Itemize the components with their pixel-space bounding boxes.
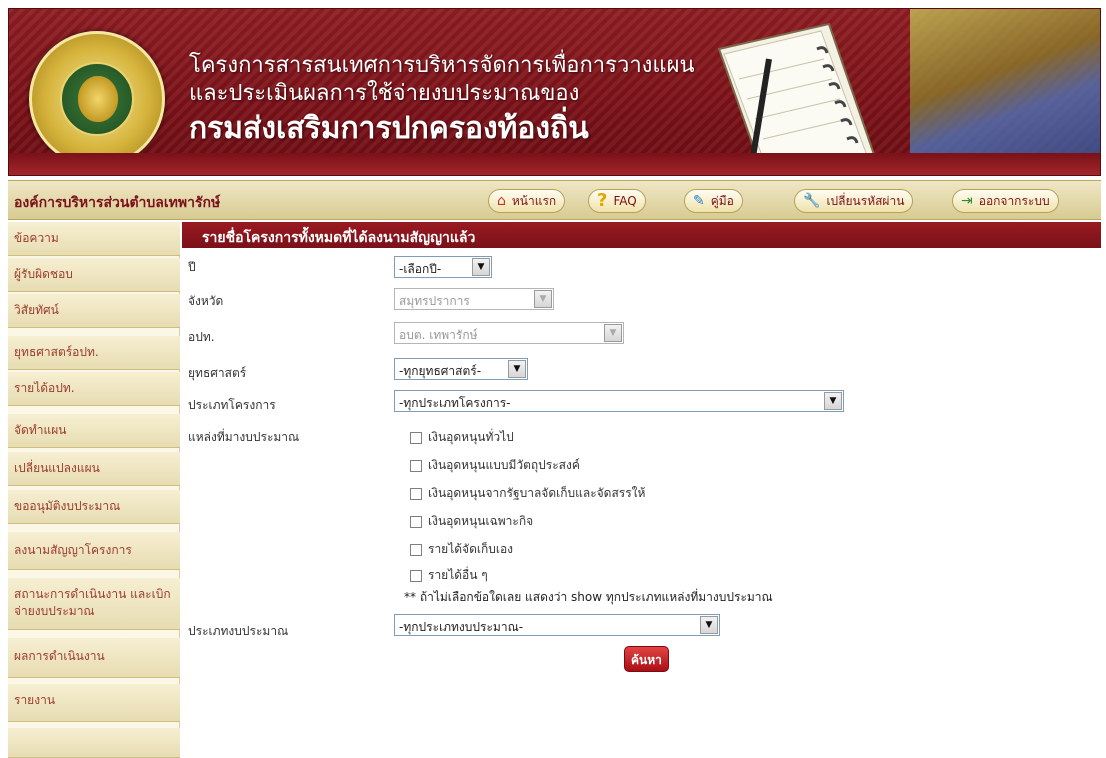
manual-button-label: คู่มือ bbox=[710, 193, 734, 208]
main-content: รายชื่อโครงการทั้งหมดที่ได้ลงนามสัญญาแล้… bbox=[182, 222, 1101, 758]
logout-button-label: ออกจากระบบ bbox=[978, 193, 1050, 208]
source-self-collected-checkbox[interactable] bbox=[410, 543, 422, 556]
books-illustration bbox=[910, 9, 1100, 175]
source-special-subsidy-option[interactable]: เงินอุดหนุนเฉพาะกิจ bbox=[410, 512, 533, 531]
source-government-allocated-checkbox[interactable] bbox=[410, 487, 422, 500]
question-icon: ? bbox=[597, 190, 608, 211]
province-select-value: สมุทรปราการ bbox=[399, 294, 470, 308]
source-general-subsidy-checkbox[interactable] bbox=[410, 431, 422, 444]
source-selection-note: ** ถ้าไม่เลือกข้อใดเลย แสดงว่า show ทุกป… bbox=[404, 590, 773, 604]
faq-button-label: FAQ bbox=[613, 194, 637, 208]
lao-select-value: อบต. เทพารักษ์ bbox=[399, 328, 478, 342]
chevron-down-icon: ▼ bbox=[472, 258, 490, 276]
sidebar-item-label: เปลี่ยนแปลงแผน bbox=[14, 461, 100, 475]
chevron-down-icon: ▼ bbox=[508, 360, 526, 378]
change-password-button-label: เปลี่ยนรหัสผ่าน bbox=[826, 193, 905, 208]
faq-button[interactable]: ? FAQ bbox=[588, 189, 646, 213]
sidebar-menu: ข้อความ ผู้รับผิดชอบ วิสัยทัศน์ ยุทธศาสต… bbox=[8, 222, 180, 758]
sidebar-item-contract-signing[interactable]: ลงนามสัญญาโครงการ bbox=[8, 532, 180, 570]
source-specific-subsidy-checkbox[interactable] bbox=[410, 459, 422, 472]
province-select[interactable]: สมุทรปราการ ▼ bbox=[394, 288, 554, 310]
sidebar-item-operation-status[interactable]: สถานะการดำเนินงาน และเบิกจ่ายงบประมาณ bbox=[8, 578, 180, 630]
source-government-allocated-option[interactable]: เงินอุดหนุนจากรัฐบาลจัดเก็บและจัดสรรให้ bbox=[410, 484, 645, 503]
sidebar-item-label: สถานะการดำเนินงาน และเบิกจ่ายงบประมาณ bbox=[14, 587, 171, 618]
source-specific-subsidy-option[interactable]: เงินอุดหนุนแบบมีวัตถุประสงค์ bbox=[410, 456, 580, 475]
source-option-label: รายได้อื่น ๆ bbox=[428, 568, 488, 582]
department-seal-logo bbox=[29, 31, 165, 167]
source-option-label: รายได้จัดเก็บเอง bbox=[428, 542, 514, 556]
province-label: จังหวัด bbox=[188, 294, 224, 308]
source-option-label: เงินอุดหนุนจากรัฐบาลจัดเก็บและจัดสรรให้ bbox=[428, 486, 646, 500]
source-option-label: เงินอุดหนุนทั่วไป bbox=[428, 430, 514, 444]
page-title: รายชื่อโครงการทั้งหมดที่ได้ลงนามสัญญาแล้… bbox=[182, 222, 1101, 248]
source-option-label: เงินอุดหนุนแบบมีวัตถุประสงค์ bbox=[428, 458, 580, 472]
sidebar-item-budget-approval[interactable]: ขออนุมัติงบประมาณ bbox=[8, 490, 180, 524]
banner-bottom-band bbox=[9, 153, 1100, 175]
project-type-select[interactable]: -ทุกประเภทโครงการ- ▼ bbox=[394, 390, 844, 412]
strategy-label: ยุทธศาสตร์ bbox=[188, 366, 247, 380]
source-option-label: เงินอุดหนุนเฉพาะกิจ bbox=[428, 514, 534, 528]
sidebar-item-label: จัดทำแผน bbox=[14, 423, 67, 437]
source-special-subsidy-checkbox[interactable] bbox=[410, 515, 422, 528]
home-icon: ⌂ bbox=[497, 193, 506, 209]
top-navbar: องค์การบริหารส่วนตำบลเทพารักษ์ ⌂ หน้าแรก… bbox=[8, 180, 1101, 220]
key-icon: 🔧 bbox=[803, 193, 821, 209]
budget-type-label: ประเภทงบประมาณ bbox=[188, 624, 289, 638]
year-select[interactable]: -เลือกปี- ▼ bbox=[394, 256, 492, 278]
sidebar-item-label: ขออนุมัติงบประมาณ bbox=[14, 499, 121, 513]
sidebar-item-revenue[interactable]: รายได้อปท. bbox=[8, 372, 180, 406]
logout-button[interactable]: ⇥ ออกจากระบบ bbox=[952, 189, 1059, 213]
year-label: ปี bbox=[188, 260, 196, 274]
manual-icon: ✎ bbox=[693, 193, 705, 209]
sidebar-item-make-plan[interactable]: จัดทำแผน bbox=[8, 414, 180, 448]
sidebar-item-messages[interactable]: ข้อความ bbox=[8, 222, 180, 256]
sidebar-item-label: ข้อความ bbox=[14, 231, 59, 245]
search-button[interactable]: ค้นหา bbox=[624, 646, 669, 672]
sidebar-item-label: ยุทธศาสตร์อปท. bbox=[14, 345, 99, 359]
source-other-income-checkbox[interactable] bbox=[410, 569, 422, 582]
chevron-down-icon: ▼ bbox=[534, 290, 552, 308]
strategy-select[interactable]: -ทุกยุทธศาสตร์- ▼ bbox=[394, 358, 528, 380]
budget-type-select-value: -ทุกประเภทงบประมาณ- bbox=[399, 620, 524, 634]
sidebar-item-results[interactable]: ผลการดำเนินงาน bbox=[8, 638, 180, 678]
lao-label: อปท. bbox=[188, 330, 215, 344]
change-password-button[interactable]: 🔧 เปลี่ยนรหัสผ่าน bbox=[794, 189, 914, 213]
exit-icon: ⇥ bbox=[961, 193, 973, 209]
strategy-select-value: -ทุกยุทธศาสตร์- bbox=[399, 364, 482, 378]
home-button-label: หน้าแรก bbox=[511, 193, 557, 208]
chevron-down-icon: ▼ bbox=[604, 324, 622, 342]
sidebar-item-empty bbox=[8, 728, 180, 758]
year-select-value: -เลือกปี- bbox=[399, 262, 442, 276]
sidebar-item-vision[interactable]: วิสัยทัศน์ bbox=[8, 294, 180, 328]
sidebar-item-change-plan[interactable]: เปลี่ยนแปลงแผน bbox=[8, 452, 180, 486]
chevron-down-icon: ▼ bbox=[824, 392, 842, 410]
project-type-label: ประเภทโครงการ bbox=[188, 398, 276, 412]
source-self-collected-option[interactable]: รายได้จัดเก็บเอง bbox=[410, 540, 513, 559]
sidebar-item-strategy[interactable]: ยุทธศาสตร์อปท. bbox=[8, 336, 180, 370]
budget-source-label: แหล่งที่มางบประมาณ bbox=[188, 430, 300, 444]
sidebar-item-label: ผลการดำเนินงาน bbox=[14, 649, 105, 663]
header-banner: โครงการสารสนเทศการบริหารจัดการเพื่อการวา… bbox=[8, 8, 1101, 176]
budget-type-select[interactable]: -ทุกประเภทงบประมาณ- ▼ bbox=[394, 614, 720, 636]
sidebar-item-responsible[interactable]: ผู้รับผิดชอบ bbox=[8, 258, 180, 292]
sidebar-item-label: รายงาน bbox=[14, 693, 56, 707]
organization-name: องค์การบริหารส่วนตำบลเทพารักษ์ bbox=[14, 195, 221, 211]
source-general-subsidy-option[interactable]: เงินอุดหนุนทั่วไป bbox=[410, 428, 514, 447]
home-button[interactable]: ⌂ หน้าแรก bbox=[488, 189, 566, 213]
lao-select[interactable]: อบต. เทพารักษ์ ▼ bbox=[394, 322, 624, 344]
manual-button[interactable]: ✎ คู่มือ bbox=[684, 189, 743, 213]
chevron-down-icon: ▼ bbox=[700, 616, 718, 634]
source-other-income-option[interactable]: รายได้อื่น ๆ bbox=[410, 566, 488, 585]
sidebar-item-label: วิสัยทัศน์ bbox=[14, 303, 59, 317]
banner-title-line-3: กรมส่งเสริมการปกครองท้องถิ่น bbox=[189, 111, 589, 146]
project-type-select-value: -ทุกประเภทโครงการ- bbox=[399, 396, 511, 410]
sidebar-item-label: ผู้รับผิดชอบ bbox=[14, 267, 73, 281]
sidebar-item-reports[interactable]: รายงาน bbox=[8, 684, 180, 722]
sidebar-item-label: รายได้อปท. bbox=[14, 381, 75, 395]
sidebar-item-label: ลงนามสัญญาโครงการ bbox=[14, 543, 132, 557]
